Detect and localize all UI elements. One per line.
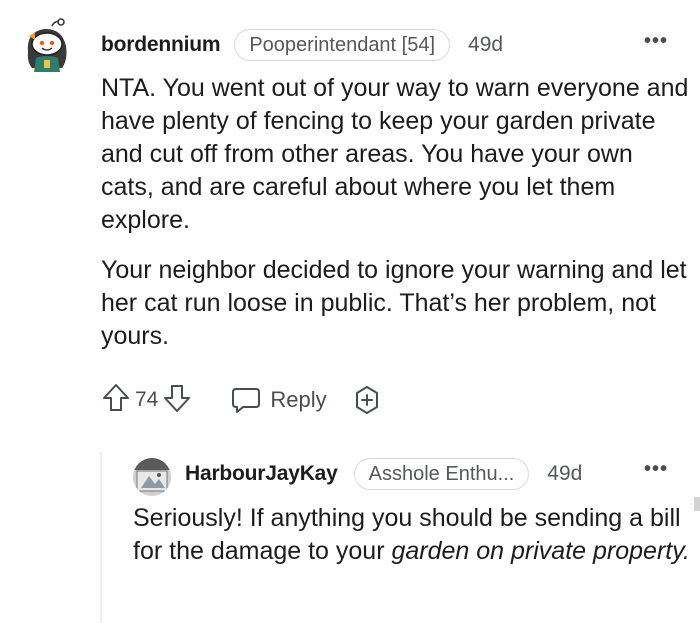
downvote-button[interactable]: [162, 382, 192, 419]
reply-label: Reply: [270, 387, 327, 412]
snoo-avatar-icon: [27, 18, 67, 72]
comment-actions: 74 Reply: [101, 380, 383, 420]
user-photo-icon: [133, 458, 171, 496]
avatar[interactable]: [22, 18, 72, 74]
scrollbar-thumb[interactable]: [694, 497, 700, 511]
comment-paragraph: NTA. You went out of your way to warn ev…: [101, 74, 689, 234]
award-icon: [355, 386, 378, 414]
reply-icon: [232, 388, 261, 413]
comment-header: bordennium Pooperintendant [54] 49d: [101, 28, 503, 62]
upvote-icon: [103, 383, 129, 411]
comment-text-italic: garden on private property: [391, 537, 683, 565]
user-flair: Pooperintendant [54]: [234, 29, 451, 61]
timestamp[interactable]: 49d: [547, 462, 582, 486]
comment-body: NTA. You went out of your way to warn ev…: [101, 72, 691, 370]
more-options-button[interactable]: •••: [644, 30, 668, 53]
comment-paragraph: Your neighbor decided to ignore your war…: [101, 256, 687, 350]
upvote-button[interactable]: [101, 382, 131, 419]
user-flair: Asshole Enthu...: [353, 458, 530, 490]
username[interactable]: HarbourJayKay: [185, 462, 338, 486]
comment-bordennium: bordennium Pooperintendant [54] 49d ••• …: [0, 0, 700, 430]
avatar[interactable]: [133, 458, 171, 496]
more-icon: •••: [644, 458, 669, 480]
comment-text-end: .: [682, 537, 690, 565]
more-icon: •••: [644, 30, 669, 52]
downvote-icon: [164, 384, 191, 412]
reply-button[interactable]: Reply: [230, 385, 327, 415]
more-options-button[interactable]: •••: [644, 458, 668, 481]
username[interactable]: bordennium: [101, 33, 221, 57]
comment-harbourjaykay: HarbourJayKay Asshole Enthu... 49d ••• S…: [0, 440, 700, 623]
comment-body: Seriously! If anything you should be sen…: [133, 502, 693, 568]
award-button[interactable]: [351, 384, 383, 416]
timestamp[interactable]: 49d: [468, 33, 503, 57]
vote-count: 74: [135, 388, 159, 411]
comment-header: HarbourJayKay Asshole Enthu... 49d: [185, 457, 582, 491]
